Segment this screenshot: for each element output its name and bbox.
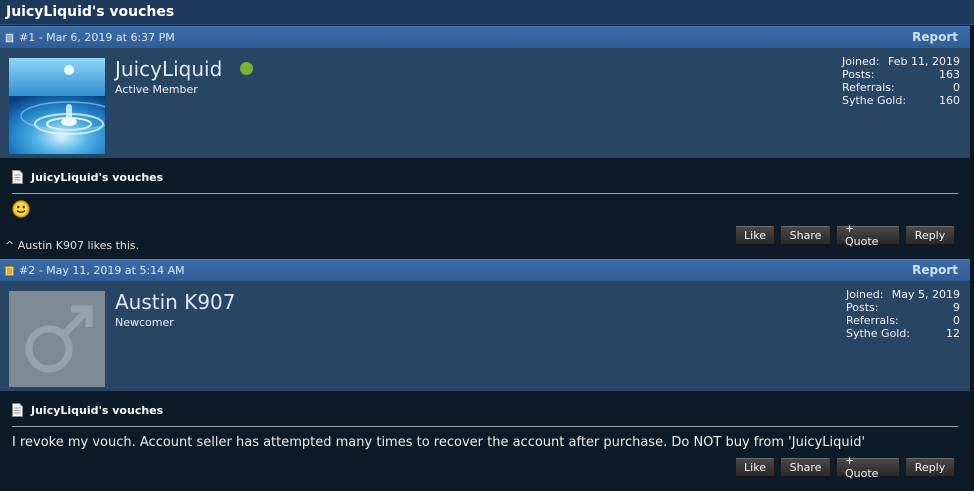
post-header-1: #1 - Mar 6, 2019 at 6:37 PM Report <box>0 26 974 48</box>
user-panel-2: Austin K907 Newcomer Joined: May 5, 2019 … <box>0 281 970 391</box>
share-button[interactable]: Share <box>780 225 831 245</box>
quote-button[interactable]: + Quote <box>836 454 900 480</box>
message-body: I revoke my vouch. Account seller has at… <box>12 435 866 450</box>
message-title: JuicyLiquid's vouches <box>31 404 164 417</box>
post-actions: Like Share + Quote Reply <box>735 222 955 248</box>
stat-label-posts: Posts: <box>842 68 875 81</box>
document-icon <box>5 33 14 43</box>
post-content-2: JuicyLiquid's vouches I revoke my vouch.… <box>0 391 970 491</box>
post-permalink[interactable]: #1 - Mar 6, 2019 at 6:37 PM <box>19 31 175 44</box>
post-actions: Like Share + Quote Reply <box>735 454 955 480</box>
male-symbol-avatar <box>9 291 105 387</box>
post-content-1: JuicyLiquid's vouches ^ Austin K907 like… <box>0 158 970 258</box>
reply-button[interactable]: Reply <box>905 457 955 477</box>
stat-label-posts: Posts: <box>846 301 879 314</box>
stat-value-posts: 9 <box>953 301 960 314</box>
stat-value-gold: 160 <box>939 94 960 107</box>
stat-label-joined: Joined: <box>842 55 880 68</box>
username[interactable]: Austin K907 <box>115 290 236 314</box>
stat-value-gold: 12 <box>946 327 960 340</box>
like-button[interactable]: Like <box>735 225 775 245</box>
stat-value-joined: Feb 11, 2019 <box>888 55 960 68</box>
online-status-dot <box>240 62 253 75</box>
stat-value-posts: 163 <box>939 68 960 81</box>
smiley-icon <box>12 200 30 218</box>
quote-button[interactable]: + Quote <box>836 222 900 248</box>
message-title: JuicyLiquid's vouches <box>31 171 164 184</box>
avatar[interactable] <box>9 291 105 387</box>
user-panel-1: JuicyLiquid Active Member Joined: Feb 11,… <box>0 48 970 158</box>
thread-title: JuicyLiquid's vouches <box>0 0 974 25</box>
like-button[interactable]: Like <box>735 457 775 477</box>
stat-label-referrals: Referrals: <box>842 81 895 94</box>
user-title: Newcomer <box>115 316 174 329</box>
username[interactable]: JuicyLiquid <box>115 57 222 81</box>
stat-label-joined: Joined: <box>846 288 884 301</box>
stat-value-joined: May 5, 2019 <box>891 288 960 301</box>
page-edge <box>970 26 974 491</box>
document-new-icon <box>5 266 14 276</box>
stat-label-gold: Sythe Gold: <box>842 94 907 107</box>
post-permalink[interactable]: #2 - May 11, 2019 at 5:14 AM <box>19 264 185 277</box>
user-stats: Joined: Feb 11, 2019 Posts: 163 Referrals:… <box>842 55 960 107</box>
post-header-2: #2 - May 11, 2019 at 5:14 AM Report <box>0 259 974 281</box>
page-icon <box>12 170 23 184</box>
user-title: Active Member <box>115 83 198 96</box>
stat-label-gold: Sythe Gold: <box>846 327 911 340</box>
report-link[interactable]: Report <box>912 30 958 44</box>
stat-value-referrals: 0 <box>953 314 960 327</box>
stat-label-referrals: Referrals: <box>846 314 899 327</box>
share-button[interactable]: Share <box>780 457 831 477</box>
report-link[interactable]: Report <box>912 263 958 277</box>
stat-value-referrals: 0 <box>953 81 960 94</box>
message-divider <box>12 193 958 194</box>
likes-summary[interactable]: ^ Austin K907 likes this. <box>5 239 139 252</box>
reply-button[interactable]: Reply <box>905 225 955 245</box>
user-stats: Joined: May 5, 2019 Posts: 9 Referrals: 0 S… <box>846 288 960 340</box>
page-icon <box>12 403 23 417</box>
water-drop-avatar-image <box>9 58 105 154</box>
avatar[interactable] <box>9 58 105 154</box>
message-divider <box>12 426 958 427</box>
